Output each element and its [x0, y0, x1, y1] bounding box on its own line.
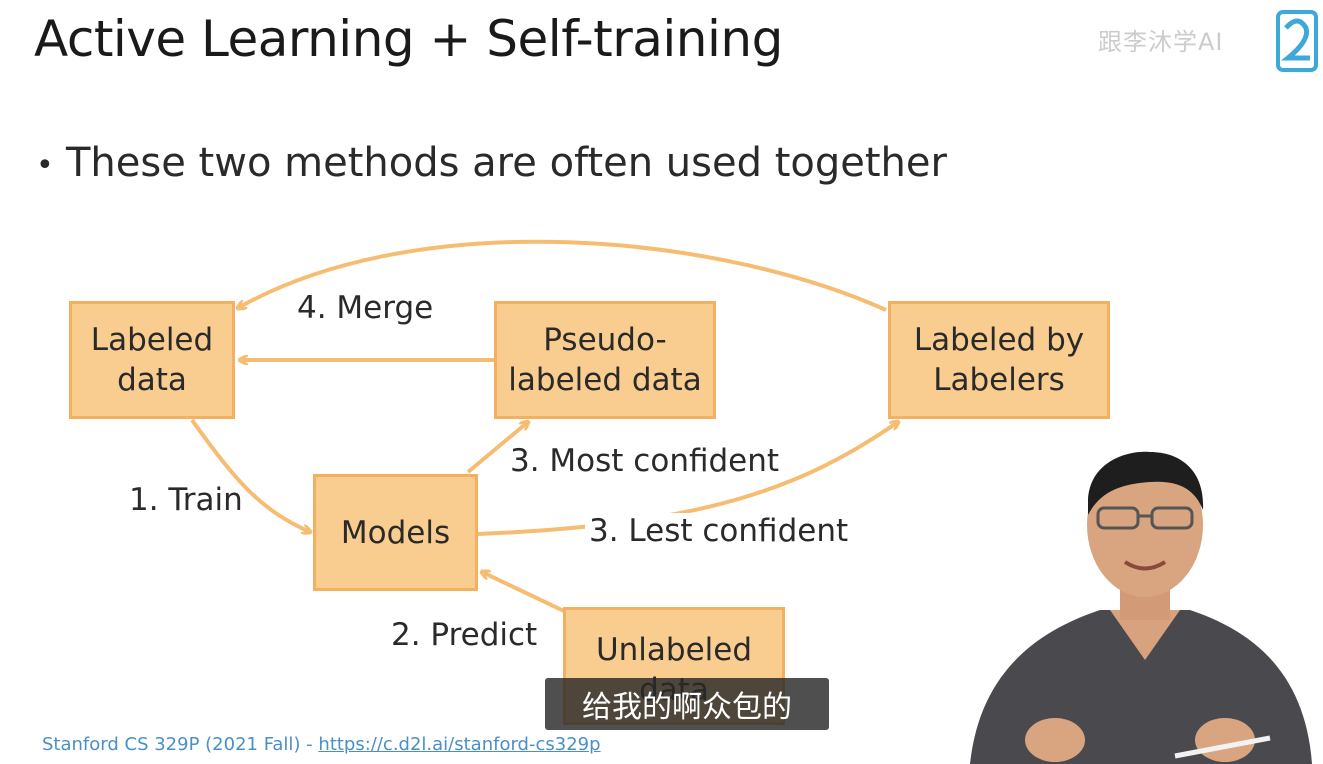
edge-label-merge: 4. Merge [297, 290, 434, 326]
slide-footer: Stanford CS 329P (2021 Fall) - https://c… [42, 734, 601, 755]
footer-link[interactable]: https://c.d2l.ai/stanford-cs329p [318, 734, 600, 755]
edge-label-lest-confident: 3. Lest confident [585, 513, 853, 549]
pseudo-labeled-data-box: Pseudo- labeled data [494, 301, 716, 419]
edge-label-train: 1. Train [129, 482, 243, 518]
edge-label-predict: 2. Predict [391, 617, 538, 653]
presenter-video-overlay [970, 451, 1312, 764]
labeled-data-box: Labeled data [69, 301, 235, 419]
video-subtitle: 给我的啊众包的 [545, 678, 829, 730]
labeled-by-labelers-box: Labeled by Labelers [888, 301, 1110, 419]
edge-label-most-confident: 3. Most confident [510, 443, 780, 479]
arrow-unlabeled-to-models [482, 572, 567, 614]
models-box: Models [313, 474, 478, 591]
footer-course: Stanford CS 329P (2021 Fall) - [42, 734, 319, 755]
